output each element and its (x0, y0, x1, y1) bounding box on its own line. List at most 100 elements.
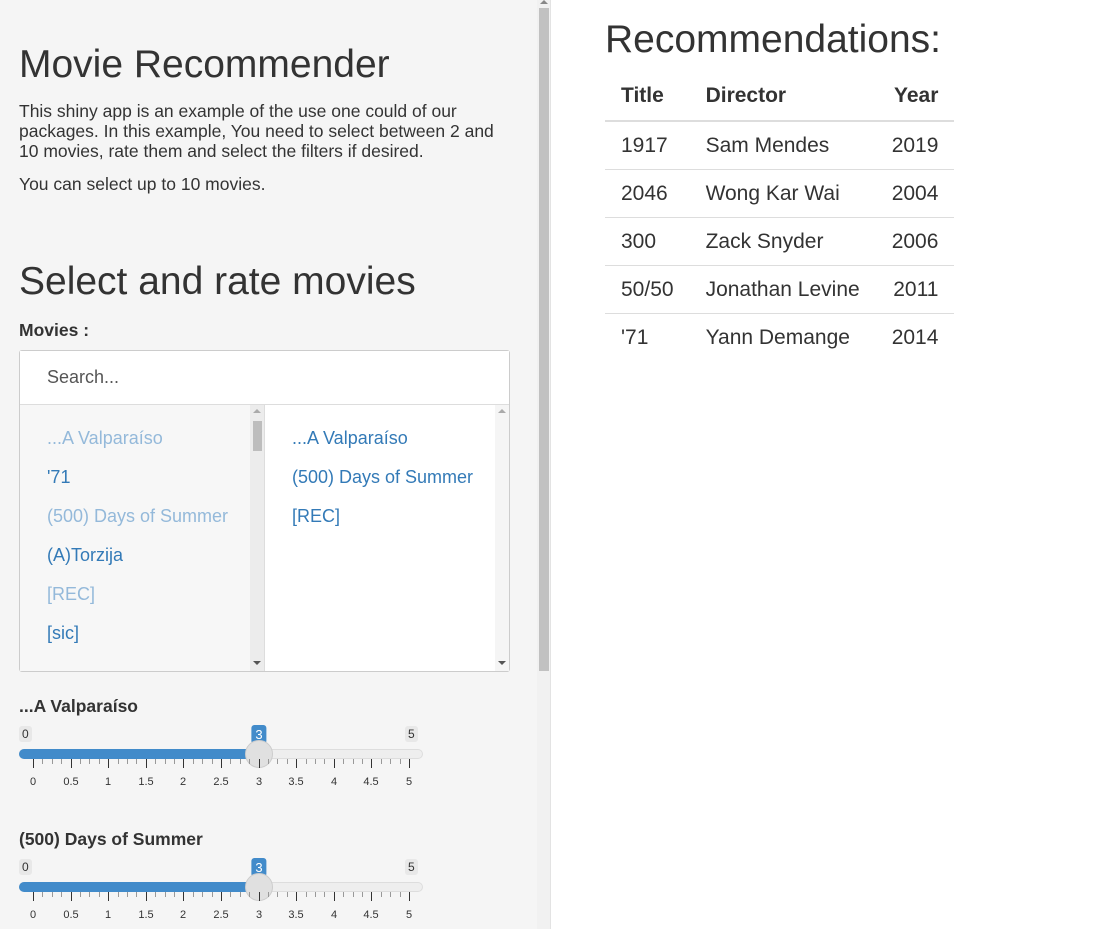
slider-tick-label: 4 (330, 776, 338, 788)
slider-tick (324, 759, 325, 764)
scroll-up-arrow-icon[interactable] (540, 0, 548, 4)
column-header-year[interactable]: Year (875, 74, 955, 122)
slider-tick-label: 3.5 (288, 909, 304, 921)
cell-year: 2019 (875, 120, 955, 170)
slider-tick (42, 892, 43, 897)
main-panel: Recommendations: Title Director Year 191… (551, 0, 1106, 929)
slider-tick (127, 759, 128, 764)
slider-min-label: 0 (19, 859, 32, 875)
slider-tick (296, 892, 297, 901)
slider-tick (249, 892, 250, 897)
movie-search-input[interactable] (20, 351, 509, 405)
slider-tick (52, 759, 53, 764)
slider-tick (381, 892, 382, 897)
slider-tick (296, 759, 297, 768)
slider-tick (334, 759, 335, 768)
section-title: Select and rate movies (19, 260, 416, 303)
slider-tick-label: 0.5 (63, 776, 79, 788)
cell-title: 50/50 (605, 265, 690, 314)
column-header-director[interactable]: Director (689, 74, 876, 122)
slider-tick (277, 892, 278, 897)
slider-tick (99, 892, 100, 897)
table-row: 50/50 Jonathan Levine 2011 (605, 265, 955, 314)
slider-tick-label: 1 (104, 776, 112, 788)
slider-tick (80, 759, 81, 764)
slider-tick-label: 4.5 (363, 776, 379, 788)
slider-tick (409, 892, 410, 901)
available-movie-item[interactable]: '71 (47, 464, 247, 490)
slider-tick (33, 892, 34, 901)
cell-year: 2014 (875, 313, 955, 361)
selected-movie-item[interactable]: ...A Valparaíso (292, 425, 492, 451)
cell-title: 1917 (605, 120, 690, 170)
available-movie-item[interactable]: ...A Valparaíso (47, 425, 247, 451)
slider-tick (80, 892, 81, 897)
slider-tick (249, 759, 250, 764)
slider-tick-label: 3.5 (288, 776, 304, 788)
cell-year: 2006 (875, 217, 955, 266)
slider-tick (202, 892, 203, 897)
slider-tick (183, 892, 184, 901)
scroll-up-arrow-icon[interactable] (498, 409, 506, 413)
scroll-down-arrow-icon[interactable] (253, 661, 261, 665)
table-row: 2046 Wong Kar Wai 2004 (605, 169, 955, 218)
slider-tick-label: 0 (29, 909, 37, 921)
slider-tick-label: 4.5 (363, 909, 379, 921)
slider-tick (240, 892, 241, 897)
table-row: 300 Zack Snyder 2006 (605, 217, 955, 266)
scrollbar-thumb[interactable] (253, 421, 262, 451)
slider-tick-label: 2.5 (213, 909, 229, 921)
slider-tick (136, 759, 137, 764)
slider-tick (221, 892, 222, 901)
slider-tick-label: 5 (405, 909, 413, 921)
scroll-up-arrow-icon[interactable] (253, 409, 261, 413)
slider-tick (381, 759, 382, 764)
slider-tick (33, 759, 34, 768)
slider-tick-label: 1.5 (138, 909, 154, 921)
available-movie-item[interactable]: [REC] (47, 581, 247, 607)
cell-title: 300 (605, 217, 690, 266)
column-header-title[interactable]: Title (605, 74, 690, 122)
table-row: '71 Yann Demange 2014 (605, 313, 955, 361)
selected-movie-item[interactable]: [REC] (292, 503, 492, 529)
slider-tick (71, 892, 72, 901)
available-movie-item[interactable]: (500) Days of Summer (47, 503, 247, 529)
sidebar-scrollbar-thumb[interactable] (539, 8, 549, 671)
slider-tick (212, 759, 213, 764)
slider-tick (390, 892, 391, 897)
slider-tick (52, 892, 53, 897)
slider-tick-label: 0 (29, 776, 37, 788)
selected-movie-item[interactable]: (500) Days of Summer (292, 464, 492, 490)
rating-slider-group: ...A Valparaíso 0 5 3 0 0.5 1 1.5 2 2.5 3 3.5 4 4.5 5 (19, 696, 423, 806)
slider-tick (306, 759, 307, 764)
cell-director: Wong Kar Wai (689, 169, 876, 218)
slider-tick (42, 759, 43, 764)
cell-director: Sam Mendes (689, 120, 876, 170)
slider-tick (183, 759, 184, 768)
slider-tick-label: 2.5 (213, 776, 229, 788)
slider-tick (362, 759, 363, 764)
slider-tick (108, 892, 109, 901)
slider-tick (193, 892, 194, 897)
available-movies-pane[interactable]: ...A Valparaíso '71 (500) Days of Summer (A… (20, 405, 265, 671)
slider-tick (371, 892, 372, 901)
slider-tick (343, 759, 344, 764)
available-movie-item[interactable]: (A)Torzija (47, 542, 247, 568)
selected-pane-scrollbar[interactable] (495, 405, 509, 671)
table-header-row: Title Director Year (605, 74, 955, 122)
slider-tick (277, 759, 278, 764)
slider-tick (230, 759, 231, 764)
cell-title: '71 (605, 313, 690, 361)
available-pane-scrollbar[interactable] (250, 405, 264, 671)
scroll-down-arrow-icon[interactable] (498, 661, 506, 665)
slider-fill (19, 882, 259, 892)
sidebar-scrollbar[interactable] (537, 0, 551, 929)
selected-movies-pane[interactable]: ...A Valparaíso (500) Days of Summer [REC] (265, 405, 509, 671)
cell-director: Jonathan Levine (689, 265, 876, 314)
slider-min-label: 0 (19, 726, 32, 742)
slider-tick (343, 892, 344, 897)
slider-tick (268, 892, 269, 897)
sidebar-panel: Movie Recommender This shiny app is an e… (0, 0, 537, 929)
available-movie-item[interactable]: [sic] (47, 620, 247, 646)
selection-hint: You can select up to 10 movies. (19, 174, 266, 194)
